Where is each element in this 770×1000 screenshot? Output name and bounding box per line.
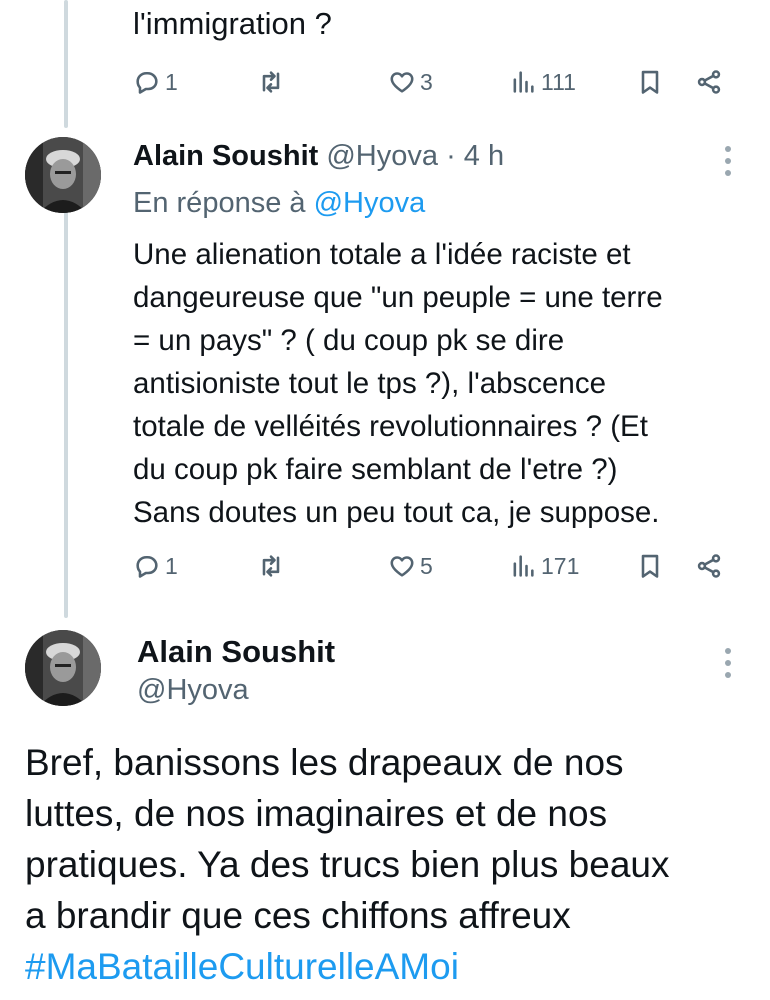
avatar[interactable] [25,630,101,706]
views-button[interactable]: 111 [509,62,576,102]
retweet-button[interactable] [257,546,285,586]
heart-icon [390,72,414,93]
author-name[interactable]: Alain Soushit [133,140,318,172]
reply-count: 1 [165,552,178,579]
like-button[interactable]: 5 [388,546,433,586]
hashtag-link[interactable]: #MaBatailleCulturelleAMoi [25,941,755,992]
heart-icon [390,556,414,577]
reply-count: 1 [165,68,178,95]
replying-to: En réponse à @Hyova [133,183,425,223]
main-line: pratiques. Ya des trucs bien plus beaux [25,844,670,885]
more-options-button[interactable] [724,648,732,678]
reply-icon [136,555,158,578]
author-handle[interactable]: @Hyova [326,140,438,172]
views-count: 171 [541,552,580,579]
reply-tweet-actions: 1 5 171 [133,546,733,586]
main-author-name[interactable]: Alain Soushit [137,632,335,672]
reply-line: = un pays" ? ( du coup pk se dire [133,324,565,357]
reply-line: Une alienation totale a l'idée raciste e… [133,238,631,271]
previous-tweet-actions: 1 3 111 [133,62,733,102]
previous-tweet-text: l'immigration ? [133,6,332,41]
views-button[interactable]: 171 [509,546,579,586]
retweet-button[interactable] [257,62,285,102]
reply-icon [136,71,158,94]
main-author-handle[interactable]: @Hyova [137,670,249,710]
bookmark-icon [641,554,659,578]
reply-button[interactable]: 1 [133,62,178,102]
views-count: 111 [541,68,576,95]
more-vertical-icon [725,146,731,152]
dot [725,158,731,164]
bookmark-button[interactable] [636,546,664,586]
like-count: 5 [420,552,433,579]
reply-line: totale de velléités revolutionnaires ? (… [133,410,648,443]
dot [725,660,731,666]
bookmark-button[interactable] [636,62,664,102]
reply-text: Une alienation totale a l'idée raciste e… [133,233,743,534]
views-icon [513,71,534,93]
share-icon [697,70,721,94]
reply-button[interactable]: 1 [133,546,178,586]
share-icon [697,554,721,578]
views-icon [513,555,534,577]
like-count: 3 [420,68,433,95]
dot [725,170,731,176]
share-button[interactable] [695,546,723,586]
reply-line: du coup pk faire semblant de l'etre ?) [133,453,618,486]
thread-line-top [64,0,68,128]
bookmark-icon [641,70,659,94]
share-button[interactable] [695,62,723,102]
like-button[interactable]: 3 [388,62,433,102]
reply-header: Alain Soushit @Hyova · 4 h [133,136,504,176]
main-line: Bref, banissons les drapeaux de nos [25,742,624,783]
more-vertical-icon [725,648,731,654]
main-tweet-text: Bref, banissons les drapeaux de nos lutt… [25,737,755,992]
retweet-icon [262,555,280,577]
thread-line-middle [64,212,68,618]
main-line: luttes, de nos imaginaires et de nos [25,793,608,834]
retweet-icon [262,71,280,93]
avatar[interactable] [25,137,101,213]
replying-prefix: En réponse à [133,187,306,219]
main-line: a brandir que ces chiffons affreux [25,895,571,936]
more-options-button[interactable] [724,146,732,176]
tweet-time[interactable]: · 4 h [446,140,504,172]
reply-line: Sans doutes un peu tout ca, je suppose. [133,496,660,529]
dot [725,672,731,678]
reply-line: antisioniste tout le tps ?), l'abscence [133,367,606,400]
reply-line: dangeureuse que "un peuple = une terre [133,281,663,314]
avatar-image [25,137,101,213]
avatar-image [25,630,101,706]
replying-mention[interactable]: @Hyova [314,187,426,219]
